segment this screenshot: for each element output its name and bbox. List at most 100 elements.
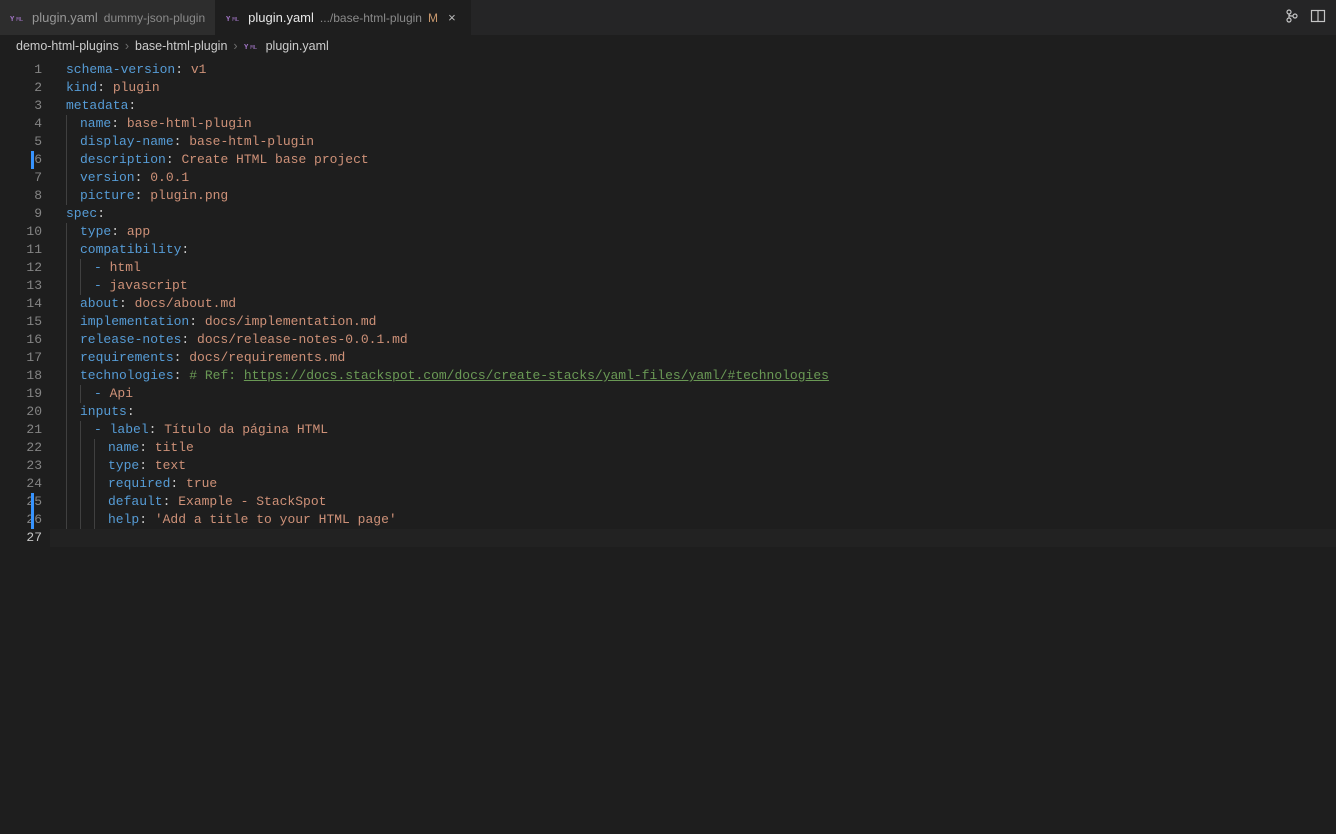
token-str: base-html-plugin: [189, 134, 314, 149]
line-number: 3: [0, 97, 42, 115]
token-str: 0.0.1: [150, 170, 189, 185]
token-col: :: [174, 350, 190, 365]
line-number: 2: [0, 79, 42, 97]
breadcrumb-part[interactable]: plugin.yaml: [266, 39, 329, 53]
token-key: version: [80, 170, 135, 185]
code-line[interactable]: compatibility:: [66, 241, 1336, 259]
token-col: :: [175, 62, 191, 77]
code-line[interactable]: description: Create HTML base project: [66, 151, 1336, 169]
code-line[interactable]: metadata:: [66, 97, 1336, 115]
code-line[interactable]: [66, 529, 1336, 547]
token-key: label: [110, 422, 149, 437]
yaml-icon: YML: [10, 12, 26, 24]
line-number: 24: [0, 475, 42, 493]
token-col: :: [139, 458, 155, 473]
token-str: docs/release-notes-0.0.1.md: [197, 332, 408, 347]
code-area[interactable]: schema-version: v1kind: pluginmetadata:n…: [50, 57, 1336, 834]
line-number: 16: [0, 331, 42, 349]
token-str: docs/requirements.md: [189, 350, 345, 365]
code-line[interactable]: technologies: # Ref: https://docs.stacks…: [66, 367, 1336, 385]
token-str: docs/implementation.md: [205, 314, 377, 329]
line-number: 26: [0, 511, 42, 529]
code-line[interactable]: display-name: base-html-plugin: [66, 133, 1336, 151]
tab-modified-badge: M: [428, 11, 438, 25]
code-line[interactable]: kind: plugin: [66, 79, 1336, 97]
tab-0[interactable]: YML plugin.yaml dummy-json-plugin: [0, 0, 216, 35]
token-key: display-name: [80, 134, 174, 149]
code-line[interactable]: spec:: [66, 205, 1336, 223]
token-col: :: [97, 80, 113, 95]
code-line[interactable]: required: true: [66, 475, 1336, 493]
svg-text:ML: ML: [233, 17, 240, 23]
token-cmt: # Ref:: [189, 368, 244, 383]
split-editor-icon[interactable]: [1310, 8, 1326, 28]
token-str: true: [186, 476, 217, 491]
code-line[interactable]: name: base-html-plugin: [66, 115, 1336, 133]
tab-filename: plugin.yaml: [32, 10, 98, 25]
code-line[interactable]: requirements: docs/requirements.md: [66, 349, 1336, 367]
token-key: type: [80, 224, 111, 239]
line-number: 25: [0, 493, 42, 511]
token-str: app: [127, 224, 150, 239]
editor[interactable]: 1234567891011121314151617181920212223242…: [0, 57, 1336, 834]
line-number: 12: [0, 259, 42, 277]
code-line[interactable]: inputs:: [66, 403, 1336, 421]
token-str: Api: [110, 386, 133, 401]
token-key: technologies: [80, 368, 174, 383]
token-key: default: [108, 494, 163, 509]
line-number: 13: [0, 277, 42, 295]
token-str: text: [155, 458, 186, 473]
token-str: base-html-plugin: [127, 116, 252, 131]
code-line[interactable]: - Api: [66, 385, 1336, 403]
token-key: compatibility: [80, 242, 181, 257]
svg-text:Y: Y: [244, 42, 249, 51]
token-key: spec: [66, 206, 97, 221]
compare-changes-icon[interactable]: [1284, 8, 1300, 28]
code-line[interactable]: about: docs/about.md: [66, 295, 1336, 313]
token-key: schema-version: [66, 62, 175, 77]
line-number: 22: [0, 439, 42, 457]
code-line[interactable]: - label: Título da página HTML: [66, 421, 1336, 439]
code-line[interactable]: type: text: [66, 457, 1336, 475]
code-line[interactable]: help: 'Add a title to your HTML page': [66, 511, 1336, 529]
token-col: :: [111, 224, 127, 239]
token-key: metadata: [66, 98, 128, 113]
token-str: 'Add a title to your HTML page': [155, 512, 397, 527]
svg-text:ML: ML: [16, 17, 23, 23]
line-number: 14: [0, 295, 42, 313]
token-col: :: [181, 332, 197, 347]
code-line[interactable]: release-notes: docs/release-notes-0.0.1.…: [66, 331, 1336, 349]
code-line[interactable]: implementation: docs/implementation.md: [66, 313, 1336, 331]
line-number: 18: [0, 367, 42, 385]
yaml-icon: YML: [244, 40, 260, 52]
line-number: 11: [0, 241, 42, 259]
token-col: :: [189, 314, 205, 329]
code-line[interactable]: version: 0.0.1: [66, 169, 1336, 187]
line-number: 15: [0, 313, 42, 331]
token-key: name: [108, 440, 139, 455]
line-number: 5: [0, 133, 42, 151]
token-key: requirements: [80, 350, 174, 365]
close-icon[interactable]: ×: [444, 10, 460, 25]
code-line[interactable]: schema-version: v1: [66, 61, 1336, 79]
code-line[interactable]: name: title: [66, 439, 1336, 457]
code-line[interactable]: picture: plugin.png: [66, 187, 1336, 205]
token-key: release-notes: [80, 332, 181, 347]
token-col: :: [97, 206, 105, 221]
breadcrumb-part[interactable]: base-html-plugin: [135, 39, 227, 53]
code-line[interactable]: type: app: [66, 223, 1336, 241]
token-dash: -: [94, 260, 110, 275]
token-str: plugin.png: [150, 188, 228, 203]
token-col: :: [139, 512, 155, 527]
token-key: name: [80, 116, 111, 131]
token-dash: -: [94, 386, 110, 401]
token-key: implementation: [80, 314, 189, 329]
line-number: 20: [0, 403, 42, 421]
code-line[interactable]: - javascript: [66, 277, 1336, 295]
tab-directory: dummy-json-plugin: [104, 11, 205, 25]
token-col: :: [174, 134, 190, 149]
tab-1[interactable]: YMLplugin.yaml.../base-html-pluginM×: [216, 0, 471, 35]
breadcrumb-part[interactable]: demo-html-plugins: [16, 39, 119, 53]
code-line[interactable]: default: Example - StackSpot: [66, 493, 1336, 511]
code-line[interactable]: - html: [66, 259, 1336, 277]
